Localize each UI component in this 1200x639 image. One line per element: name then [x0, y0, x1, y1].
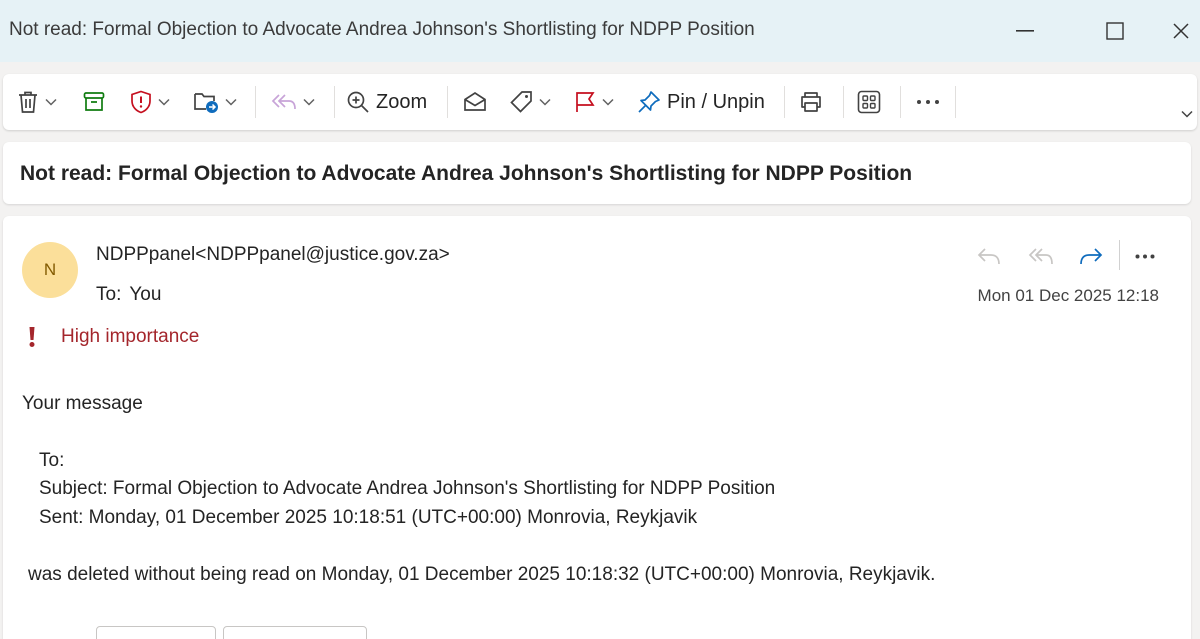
flag-icon	[576, 92, 595, 112]
body-to-line: To:	[39, 450, 65, 471]
to-label: To:	[96, 284, 122, 305]
action-button[interactable]	[223, 626, 367, 639]
chevron-down-icon[interactable]	[225, 98, 237, 106]
reply-icon	[977, 248, 1000, 265]
close-button[interactable]	[1158, 14, 1200, 48]
report-icon	[131, 90, 151, 114]
report-button[interactable]	[130, 84, 170, 120]
mark-read-button[interactable]	[463, 84, 487, 120]
more-icon	[1135, 254, 1155, 258]
maximize-button[interactable]	[1092, 14, 1138, 48]
toolbar-divider	[955, 86, 956, 118]
message-date: Mon 01 Dec 2025 12:18	[977, 286, 1159, 305]
print-button[interactable]	[799, 84, 823, 120]
reply-all-icon	[271, 94, 296, 110]
recipient[interactable]: You	[129, 284, 161, 305]
expand-toolbar-button[interactable]	[1181, 96, 1193, 132]
toolbar-divider	[843, 86, 844, 118]
recipient-line: To: You	[96, 284, 161, 306]
body-intro: Your message	[22, 393, 143, 414]
sender[interactable]: NDPPpanel<NDPPpanel@justice.gov.za>	[96, 244, 450, 266]
apps-icon	[857, 90, 881, 114]
reply-all-button[interactable]	[271, 84, 315, 120]
importance-banner: High importance	[25, 326, 199, 348]
subject-bar: Not read: Formal Objection to Advocate A…	[3, 142, 1191, 204]
delete-button[interactable]	[17, 84, 57, 120]
toolbar-divider	[334, 86, 335, 118]
move-button[interactable]	[193, 84, 237, 120]
minimize-icon	[1016, 30, 1034, 32]
high-importance-icon	[25, 326, 39, 348]
move-icon	[194, 93, 218, 113]
body-subject-line: Subject: Formal Objection to Advocate An…	[39, 478, 776, 499]
archive-icon	[83, 92, 105, 111]
message-pane: N NDPPpanel<NDPPpanel@justice.gov.za> To…	[3, 216, 1191, 639]
toolbar-divider	[255, 86, 256, 118]
chevron-down-icon[interactable]	[45, 98, 57, 106]
pin-label: Pin / Unpin	[667, 90, 765, 113]
reply-all-icon	[1028, 248, 1053, 265]
importance-text: High importance	[61, 326, 200, 347]
message-subject: Not read: Formal Objection to Advocate A…	[20, 162, 913, 185]
action-button[interactable]	[96, 626, 216, 639]
chevron-down-icon[interactable]	[539, 98, 551, 106]
zoom-label: Zoom	[376, 90, 428, 113]
toolbar-divider	[784, 86, 785, 118]
pin-button[interactable]: Pin / Unpin	[637, 84, 765, 120]
minimize-button[interactable]	[1002, 14, 1048, 48]
close-icon	[1173, 23, 1189, 39]
window-title: Not read: Formal Objection to Advocate A…	[9, 19, 755, 40]
message-more-button[interactable]	[1127, 238, 1163, 274]
body-deleted-line: was deleted without being read on Monday…	[28, 564, 936, 585]
toolbar: Zoom Pin / Unpin	[3, 74, 1197, 130]
action-divider	[1119, 240, 1120, 270]
title-bar: Not read: Formal Objection to Advocate A…	[0, 0, 1200, 62]
more-icon	[917, 100, 939, 104]
chevron-down-icon[interactable]	[303, 98, 315, 106]
toolbar-divider	[447, 86, 448, 118]
avatar[interactable]: N	[22, 242, 78, 298]
print-icon	[801, 92, 821, 112]
apps-button[interactable]	[857, 84, 881, 120]
mark-read-icon	[464, 91, 486, 111]
tag-icon	[510, 91, 532, 113]
forward-icon	[1080, 248, 1103, 265]
flag-button[interactable]	[574, 84, 614, 120]
pin-icon	[638, 91, 660, 113]
body-sent-line: Sent: Monday, 01 December 2025 10:18:51 …	[39, 507, 698, 528]
chevron-down-icon[interactable]	[602, 98, 614, 106]
maximize-icon	[1106, 22, 1124, 40]
toolbar-divider	[900, 86, 901, 118]
archive-button[interactable]	[83, 84, 105, 120]
forward-button[interactable]	[1073, 238, 1109, 274]
delete-icon	[19, 91, 37, 113]
reply-all-button[interactable]	[1023, 238, 1059, 274]
more-options-button[interactable]	[916, 84, 940, 120]
tag-button[interactable]	[509, 84, 551, 120]
chevron-down-icon[interactable]	[158, 98, 170, 106]
expand-icon	[1181, 110, 1193, 118]
zoom-icon	[347, 91, 369, 113]
zoom-button[interactable]: Zoom	[346, 84, 427, 120]
reply-button[interactable]	[971, 238, 1007, 274]
